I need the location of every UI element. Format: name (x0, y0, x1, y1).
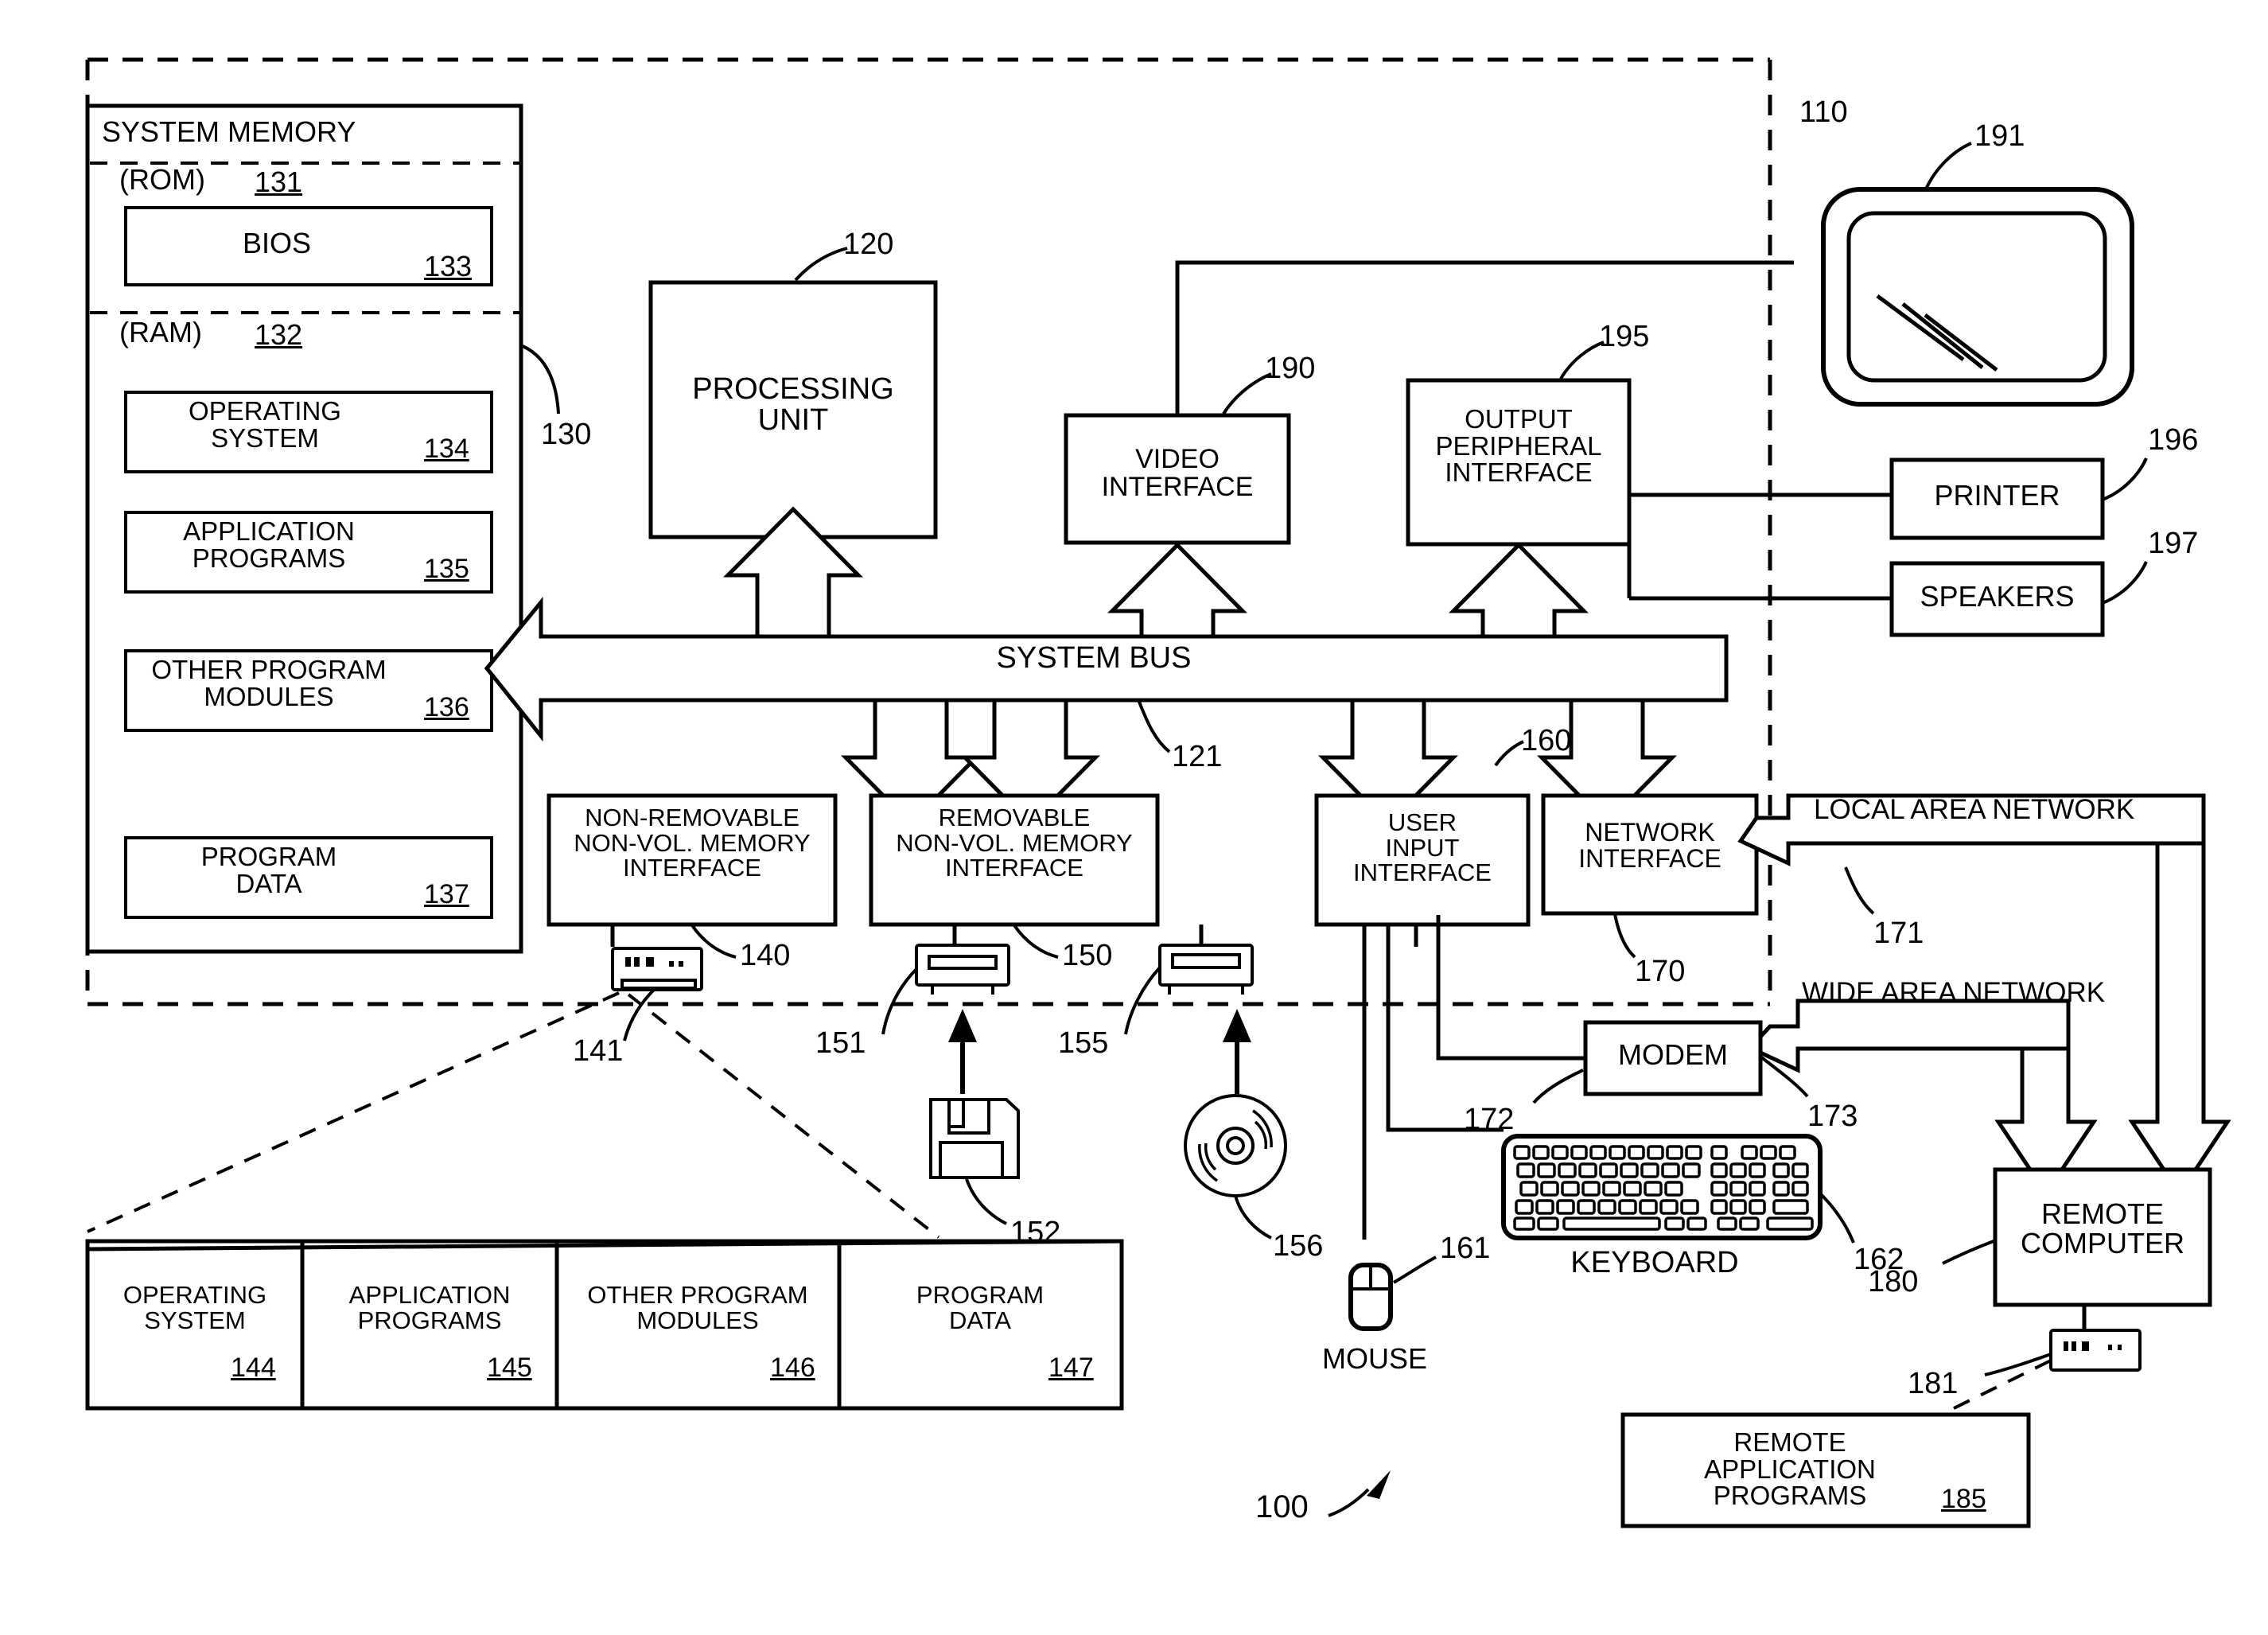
optical-drive-ref: 155 (1058, 1026, 1109, 1060)
modem-ref: 172 (1464, 1103, 1515, 1136)
program-data-ref: 137 (424, 879, 469, 909)
optical-disc-ref: 156 (1273, 1229, 1324, 1263)
speakers-ref: 197 (2148, 527, 2199, 560)
figure-ref-100: 100 (1255, 1489, 1309, 1524)
leader-170 (1613, 913, 1636, 959)
remote-storage-ref: 181 (1908, 1367, 1959, 1400)
leader-160 (1494, 740, 1524, 767)
hard-drive-ref: 141 (573, 1034, 624, 1068)
network-interface-ref: 170 (1635, 955, 1686, 988)
leader-162 (1819, 1192, 1855, 1244)
speakers-label: SPEAKERS (1920, 580, 2075, 613)
network-interface-label: NETWORK INTERFACE (1578, 818, 1721, 873)
leader-121 (1138, 701, 1171, 753)
leader-195 (1559, 341, 1605, 380)
rom-ref: 131 (255, 165, 303, 198)
bus-branch-video-interface (1107, 542, 1247, 639)
operating-system-label: OPERATING SYSTEM (189, 396, 341, 453)
remote-computer-ref: 180 (1868, 1265, 1919, 1298)
application-programs-ref: 135 (424, 554, 469, 584)
printer-label: PRINTER (1934, 479, 2060, 512)
floppy-drive-ref: 151 (815, 1026, 866, 1060)
leader-171 (1844, 866, 1875, 915)
hdc-other-program-modules-ref: 146 (770, 1353, 815, 1383)
wan-label: WIDE AREA NETWORK (1802, 977, 2106, 1008)
user-input-ref-160: 160 (1521, 724, 1572, 757)
leader-196 (2102, 457, 2148, 501)
figure-ref-arrow (1328, 1470, 1391, 1517)
leader-141 (623, 988, 656, 1041)
lan-label: LOCAL AREA NETWORK (1814, 794, 2135, 825)
system-bus-ref: 121 (1172, 740, 1223, 773)
hard-disk-expansion-lines (87, 991, 940, 1239)
leader-161 (1392, 1255, 1437, 1284)
system-memory-ref: 130 (541, 418, 592, 451)
non-removable-interface-label: NON-REMOVABLE NON-VOL. MEMORY INTERFACE (574, 804, 811, 882)
leader-190 (1222, 372, 1272, 415)
other-program-modules-label: OTHER PROGRAM MODULES (151, 655, 387, 711)
bus-branch-output-peripheral (1449, 542, 1589, 639)
bios-ref: 133 (424, 250, 473, 282)
leader-150 (1013, 924, 1059, 959)
hdc-other-program-modules-label: OTHER PROGRAM MODULES (587, 1281, 808, 1334)
computer-boundary-ref: 110 (1799, 95, 1848, 129)
remote-computer-label: REMOTE COMPUTER (2021, 1197, 2184, 1259)
floppy-drive-icon (881, 925, 1010, 1035)
leader-152 (965, 1178, 1007, 1225)
optical-disc-icon (1184, 1009, 1287, 1240)
ram-ref: 132 (255, 318, 303, 351)
leader-155 (1124, 966, 1161, 1035)
removable-interface-label: REMOVABLE NON-VOL. MEMORY INTERFACE (896, 804, 1133, 882)
wan-ref: 173 (1807, 1100, 1858, 1133)
leader-197 (2102, 561, 2148, 605)
hdc-program-data-label: PROGRAM DATA (916, 1281, 1045, 1334)
video-interface-ref: 190 (1265, 352, 1316, 385)
system-memory-title: SYSTEM MEMORY (102, 115, 356, 148)
hdc-application-programs-ref: 145 (487, 1353, 532, 1383)
leader-180 (1942, 1240, 1994, 1265)
processing-unit-label: PROCESSING UNIT (692, 372, 894, 437)
leader-156 (1234, 1195, 1272, 1240)
system-bus-label: SYSTEM BUS (996, 641, 1192, 675)
user-input-interface-label: USER INPUT INTERFACE (1353, 808, 1492, 887)
output-peripheral-interface-ref: 195 (1599, 320, 1650, 353)
hdc-operating-system-label: OPERATING SYSTEM (123, 1281, 267, 1334)
hdc-application-programs-label: APPLICATION PROGRAMS (348, 1281, 511, 1334)
keyboard-label: KEYBOARD (1570, 1246, 1739, 1279)
remote-application-programs-ref: 185 (1941, 1484, 1986, 1514)
modem-label: MODEM (1618, 1038, 1728, 1071)
leader-151 (881, 967, 918, 1035)
leader-191 (1924, 142, 1972, 192)
output-peripheral-interface-label: OUTPUT PERIPHERAL INTERFACE (1435, 404, 1602, 488)
leader-120 (794, 247, 848, 282)
floppy-disk-icon (929, 1009, 1020, 1225)
mouse-icon (1348, 925, 1437, 1331)
leader-130 (522, 345, 560, 415)
hard-drive-icon (610, 925, 703, 1041)
patent-figure: .s { fill:none; stroke:#000; stroke-widt… (0, 0, 2268, 1635)
processing-unit-ref: 120 (843, 228, 894, 261)
hdc-operating-system-ref: 144 (231, 1353, 276, 1383)
lan-ref: 171 (1873, 917, 1924, 950)
optical-drive-icon (1124, 925, 1254, 1035)
operating-system-ref: 134 (424, 434, 469, 464)
floppy-disk-ref: 152 (1010, 1216, 1061, 1249)
monitor-ref: 191 (1974, 119, 2025, 153)
remote-application-programs-label: REMOTE APPLICATION PROGRAMS (1704, 1427, 1876, 1511)
removable-interface-ref: 150 (1062, 939, 1113, 972)
other-program-modules-ref: 136 (424, 692, 469, 722)
hdc-program-data-ref: 147 (1048, 1353, 1094, 1383)
monitor-icon (1821, 142, 2134, 407)
program-data-label: PROGRAM DATA (200, 842, 337, 898)
bios-label: BIOS (242, 227, 312, 259)
mouse-ref: 161 (1440, 1232, 1491, 1265)
mouse-label: MOUSE (1321, 1342, 1427, 1375)
video-interface-label: VIDEO INTERFACE (1101, 444, 1254, 502)
application-programs-label: APPLICATION PROGRAMS (183, 516, 355, 573)
non-removable-interface-ref: 140 (740, 939, 791, 972)
printer-ref: 196 (2148, 423, 2199, 457)
leader-172 (1532, 1069, 1584, 1104)
